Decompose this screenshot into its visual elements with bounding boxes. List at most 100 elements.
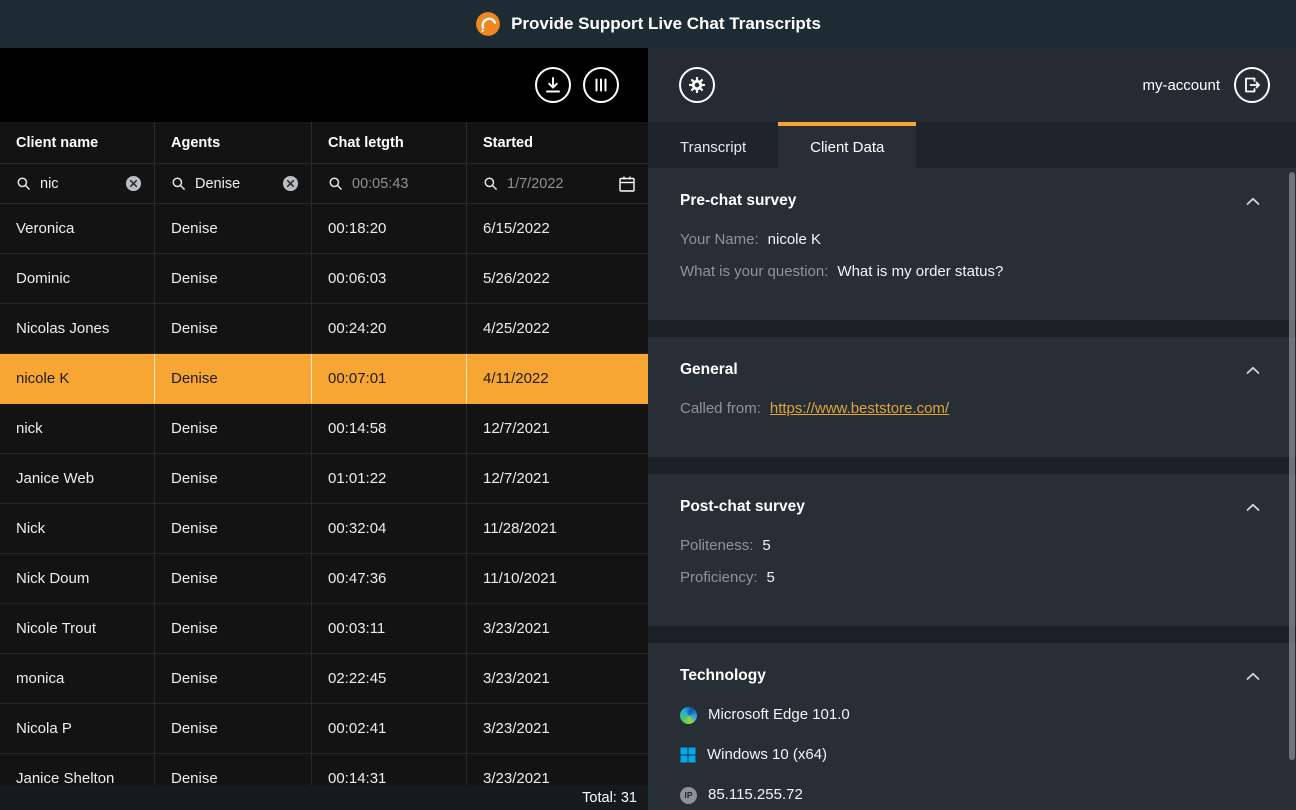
- transcript-row[interactable]: nickDenise00:14:5812/7/2021: [0, 404, 648, 454]
- cell-started: 3/23/2021: [467, 604, 648, 653]
- section-title: Post-chat survey: [680, 498, 805, 516]
- clear-filter-icon[interactable]: [282, 175, 299, 192]
- transcript-row[interactable]: Janice WebDenise01:01:2212/7/2021: [0, 454, 648, 504]
- section-title: General: [680, 361, 738, 379]
- field-label: Your Name:: [680, 230, 759, 249]
- filter-input-started[interactable]: 1/7/2022: [507, 176, 609, 192]
- column-header-client-name[interactable]: Client name: [0, 122, 155, 163]
- field-label: Proficiency:: [680, 568, 758, 587]
- tab-transcript[interactable]: Transcript: [648, 122, 778, 168]
- transcript-row[interactable]: NickDenise00:32:0411/28/2021: [0, 504, 648, 554]
- field-row: Your Name:nicole K: [680, 230, 1260, 249]
- filter-chat-letgth: 00:05:43: [312, 164, 467, 203]
- cell-chat-length: 00:03:11: [312, 604, 467, 653]
- transcript-row[interactable]: nicole KDenise00:07:014/11/2022: [0, 354, 648, 404]
- search-icon: [328, 176, 343, 191]
- logout-button[interactable]: [1234, 67, 1270, 103]
- cell-agent: Denise: [155, 204, 312, 253]
- cell-chat-length: 00:06:03: [312, 254, 467, 303]
- cell-chat-length: 00:18:20: [312, 204, 467, 253]
- cell-agent: Denise: [155, 504, 312, 553]
- scrollbar-thumb[interactable]: [1289, 172, 1295, 760]
- table-body: VeronicaDenise00:18:206/15/2022DominicDe…: [0, 204, 648, 810]
- cell-agent: Denise: [155, 454, 312, 503]
- section-technology: Technology Microsoft Edge 101.0 Windows 10…: [648, 643, 1296, 810]
- cell-client-name: Veronica: [0, 204, 155, 253]
- column-header-started[interactable]: Started: [467, 122, 648, 163]
- cell-client-name: Nick: [0, 504, 155, 553]
- filter-input-client-name[interactable]: nic: [40, 176, 116, 192]
- section-header: General: [680, 361, 1260, 379]
- field-row: What is your question:What is my order s…: [680, 262, 1260, 281]
- section-title: Technology: [680, 667, 766, 685]
- section-header: Post-chat survey: [680, 498, 1260, 516]
- field-value-link[interactable]: https://www.beststore.com/: [770, 399, 949, 418]
- cell-client-name: Janice Web: [0, 454, 155, 503]
- field-label: What is your question:: [680, 262, 828, 281]
- field-value: 5: [767, 568, 775, 587]
- cell-agent: Denise: [155, 254, 312, 303]
- table-header-row: Client nameAgentsChat letgthStarted: [0, 122, 648, 164]
- field-value: 5: [762, 536, 770, 555]
- cell-started: 12/7/2021: [467, 404, 648, 453]
- cell-chat-length: 00:02:41: [312, 704, 467, 753]
- account-name: my-account: [1142, 77, 1220, 94]
- transcript-row[interactable]: VeronicaDenise00:18:206/15/2022: [0, 204, 648, 254]
- search-icon: [16, 176, 31, 191]
- section-header: Pre-chat survey: [680, 192, 1260, 210]
- collapse-chevron-icon[interactable]: [1246, 672, 1260, 681]
- transcripts-panel: Client nameAgentsChat letgthStarted nic D…: [0, 48, 648, 810]
- cell-client-name: nick: [0, 404, 155, 453]
- app-header: Provide Support Live Chat Transcripts: [0, 0, 1296, 48]
- client-data-content: Pre-chat survey Your Name:nicole K What is…: [648, 168, 1296, 810]
- download-button[interactable]: [535, 67, 571, 103]
- field-row: Called from:https://www.beststore.com/: [680, 399, 1260, 418]
- section-pre-chat-survey: Pre-chat survey Your Name:nicole K What is…: [648, 168, 1296, 320]
- collapse-chevron-icon[interactable]: [1246, 197, 1260, 206]
- cell-chat-length: 00:07:01: [312, 354, 467, 403]
- app-title: Provide Support Live Chat Transcripts: [511, 14, 821, 34]
- tech-row: Microsoft Edge 101.0: [680, 705, 1260, 725]
- tab-client-data[interactable]: Client Data: [778, 122, 916, 168]
- collapse-chevron-icon[interactable]: [1246, 366, 1260, 375]
- main-layout: Client nameAgentsChat letgthStarted nic D…: [0, 48, 1296, 810]
- app-logo-icon: [475, 11, 501, 37]
- cell-client-name: nicole K: [0, 354, 155, 403]
- client-data-panel: my-account TranscriptClient Data Pre-cha…: [648, 48, 1296, 810]
- edge-browser-icon: [680, 707, 697, 724]
- tech-row: IP85.115.255.72: [680, 785, 1260, 805]
- cell-agent: Denise: [155, 404, 312, 453]
- collapse-chevron-icon[interactable]: [1246, 503, 1260, 512]
- client-toolbar: my-account: [648, 48, 1296, 122]
- section-title: Pre-chat survey: [680, 192, 796, 210]
- column-header-agents[interactable]: Agents: [155, 122, 312, 163]
- tech-value: Windows 10 (x64): [707, 745, 827, 765]
- cell-agent: Denise: [155, 554, 312, 603]
- transcript-row[interactable]: Nick DoumDenise00:47:3611/10/2021: [0, 554, 648, 604]
- clear-filter-icon[interactable]: [125, 175, 142, 192]
- cell-client-name: Nick Doum: [0, 554, 155, 603]
- calendar-icon[interactable]: [618, 175, 636, 193]
- column-settings-button[interactable]: [583, 67, 619, 103]
- column-header-chat-letgth[interactable]: Chat letgth: [312, 122, 467, 163]
- total-count: Total: 31: [582, 790, 637, 806]
- cell-chat-length: 00:14:58: [312, 404, 467, 453]
- filter-input-chat-letgth[interactable]: 00:05:43: [352, 176, 454, 192]
- transcript-row[interactable]: Nicolas JonesDenise00:24:204/25/2022: [0, 304, 648, 354]
- filter-input-agents[interactable]: Denise: [195, 176, 273, 192]
- cell-chat-length: 01:01:22: [312, 454, 467, 503]
- transcript-row[interactable]: DominicDenise00:06:035/26/2022: [0, 254, 648, 304]
- transcript-row[interactable]: Nicola PDenise00:02:413/23/2021: [0, 704, 648, 754]
- transcript-row[interactable]: monicaDenise02:22:453/23/2021: [0, 654, 648, 704]
- section-header: Technology: [680, 667, 1260, 685]
- cell-started: 12/7/2021: [467, 454, 648, 503]
- cell-agent: Denise: [155, 654, 312, 703]
- search-icon: [483, 176, 498, 191]
- cell-started: 11/28/2021: [467, 504, 648, 553]
- settings-button[interactable]: [679, 67, 715, 103]
- section-general: General Called from:https://www.beststore…: [648, 337, 1296, 457]
- cell-client-name: Nicole Trout: [0, 604, 155, 653]
- cell-agent: Denise: [155, 304, 312, 353]
- transcript-row[interactable]: Nicole TroutDenise00:03:113/23/2021: [0, 604, 648, 654]
- table-filter-row: nic Denise 00:05:43 1/7/2022: [0, 164, 648, 204]
